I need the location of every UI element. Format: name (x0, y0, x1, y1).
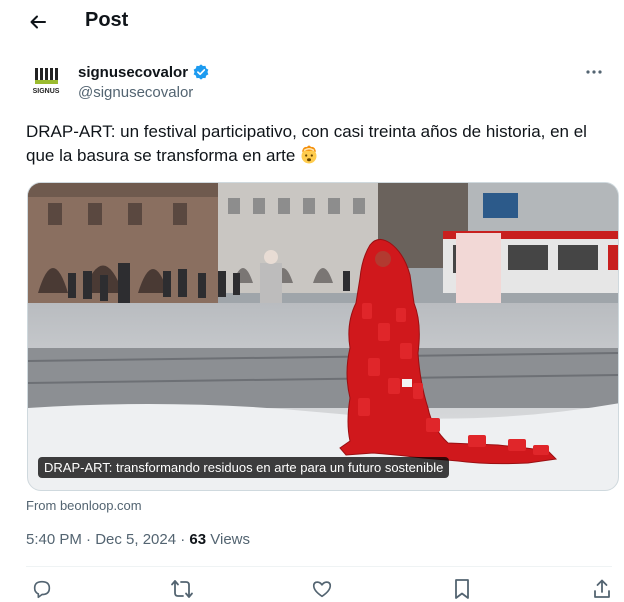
display-name-row: signusecovalor (78, 62, 210, 82)
post-image[interactable]: DRAP-ART: transformando residuos en arte… (27, 182, 619, 491)
verified-badge-icon (193, 64, 209, 80)
page-title: Post (85, 9, 129, 31)
street-scene-image (28, 183, 618, 490)
divider (26, 566, 612, 567)
bookmark-button[interactable] (449, 576, 475, 602)
post-text: DRAP-ART: un festival participativo, con… (26, 120, 616, 168)
repost-icon (171, 580, 193, 598)
post-meta: 5:40 PM · Dec 5, 2024 · 63 Views (26, 531, 250, 548)
post-timestamp[interactable]: 5:40 PM · Dec 5, 2024 · (26, 531, 189, 548)
views-count: 63 (189, 531, 207, 548)
author-row: SIGNUS signusecovalor @signusecovalor (26, 60, 606, 104)
image-caption: DRAP-ART: transformando residuos en arte… (38, 457, 450, 478)
arrow-left-icon (30, 15, 46, 29)
display-name[interactable]: signusecovalor (78, 64, 188, 81)
share-button[interactable] (589, 576, 615, 602)
back-button[interactable] (24, 8, 52, 36)
reply-icon (33, 580, 51, 599)
signus-logo: SIGNUS (33, 68, 60, 95)
share-icon (594, 579, 610, 598)
source-link[interactable]: From beonloop.com (26, 498, 142, 513)
author-names: signusecovalor @signusecovalor (78, 62, 210, 101)
action-bar (0, 574, 624, 602)
more-horizontal-icon (586, 70, 602, 74)
bookmark-icon (455, 579, 469, 599)
reply-button[interactable] (29, 576, 55, 602)
more-options-button[interactable] (582, 62, 606, 82)
exploding-head-emoji (301, 145, 317, 164)
repost-button[interactable] (169, 576, 195, 602)
like-button[interactable] (309, 576, 335, 602)
like-icon (312, 581, 332, 598)
avatar-logo-text: SIGNUS (33, 88, 60, 95)
user-handle[interactable]: @signusecovalor (78, 84, 210, 101)
post-header: Post (0, 0, 624, 44)
avatar[interactable]: SIGNUS (26, 62, 66, 102)
views-label: Views (206, 531, 251, 548)
